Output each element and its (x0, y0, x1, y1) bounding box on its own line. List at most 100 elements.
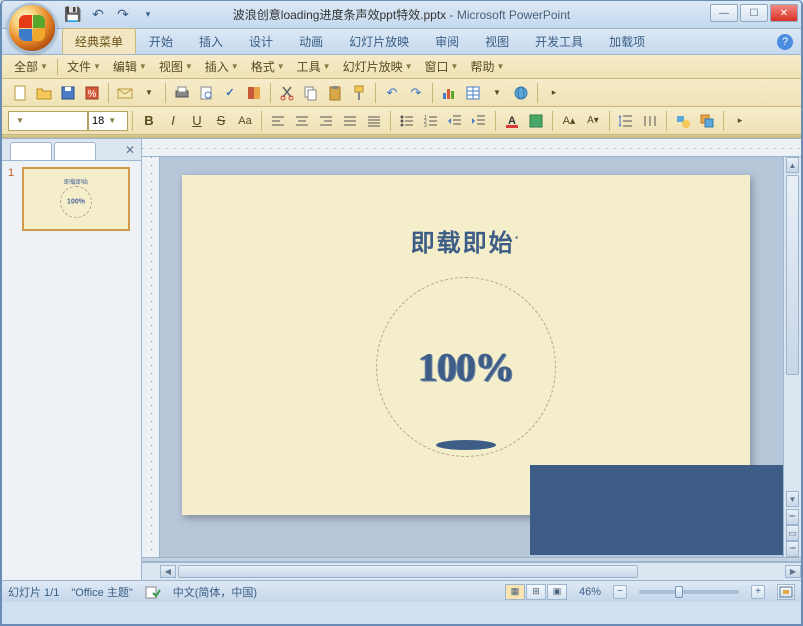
tab-animations[interactable]: 动画 (286, 28, 336, 54)
fit-to-window-button[interactable] (777, 584, 795, 600)
copy-button[interactable] (300, 82, 322, 104)
menu-slideshow[interactable]: 幻灯片放映▼ (337, 56, 419, 77)
zoom-out-button[interactable]: − (613, 585, 627, 599)
redo-button[interactable]: ↷ (405, 82, 427, 104)
expand-toolbar2-button[interactable]: ▸ (729, 110, 751, 132)
align-center-button[interactable] (291, 110, 313, 132)
hyperlink-button[interactable] (510, 82, 532, 104)
thumbnail-slide[interactable]: 即载即始 100% (22, 167, 130, 231)
chart-button[interactable] (438, 82, 460, 104)
align-right-button[interactable] (315, 110, 337, 132)
tab-review[interactable]: 审阅 (422, 28, 472, 54)
thumbnail-item[interactable]: 1 即载即始 100% (8, 167, 135, 231)
theme-name[interactable]: "Office 主题" (71, 584, 132, 600)
change-case-button[interactable]: Aa (234, 110, 256, 132)
scroll-down-button[interactable]: ▼ (786, 491, 799, 507)
zoom-in-button[interactable]: + (751, 585, 765, 599)
horizontal-scrollbar[interactable]: ◀ ▶ (160, 563, 801, 580)
font-size-combo[interactable]: 18▼ (88, 111, 128, 131)
tables-dropdown[interactable]: ▼ (486, 82, 508, 104)
spellcheck-button[interactable]: ✓ (219, 82, 241, 104)
hscroll-thumb[interactable] (178, 565, 638, 578)
thumbnail-panel-close-icon[interactable]: ✕ (125, 143, 135, 157)
scroll-left-button[interactable]: ◀ (160, 565, 176, 578)
save-button[interactable] (57, 82, 79, 104)
print-preview-button[interactable] (195, 82, 217, 104)
tab-insert[interactable]: 插入 (186, 28, 236, 54)
strikethrough-button[interactable]: S (210, 110, 232, 132)
next-slide-button[interactable]: ⭲ (786, 541, 799, 557)
decrease-indent-button[interactable] (444, 110, 466, 132)
percent-text[interactable]: 100% (418, 344, 514, 391)
tab-developer[interactable]: 开发工具 (522, 28, 596, 54)
align-left-button[interactable] (267, 110, 289, 132)
email-button[interactable] (114, 82, 136, 104)
paste-button[interactable] (324, 82, 346, 104)
close-button[interactable]: ✕ (770, 4, 798, 22)
table-button[interactable] (462, 82, 484, 104)
bullets-button[interactable] (396, 110, 418, 132)
maximize-button[interactable]: ☐ (740, 4, 768, 22)
italic-button[interactable]: I (162, 110, 184, 132)
find-slide-button[interactable]: ▭ (786, 525, 799, 541)
recent-button[interactable]: ▼ (138, 82, 160, 104)
office-button[interactable] (7, 3, 57, 53)
slide-canvas[interactable]: 即载即始· 100% (160, 157, 783, 557)
menu-format[interactable]: 格式▼ (245, 56, 291, 77)
undo-button[interactable]: ↶ (381, 82, 403, 104)
menu-window[interactable]: 窗口▼ (419, 56, 465, 77)
slide-title-text[interactable]: 即载即始· (411, 223, 522, 258)
expand-toolbar1-button[interactable]: ▸ (543, 82, 565, 104)
slide-counter[interactable]: 幻灯片 1/1 (8, 584, 59, 600)
increase-indent-button[interactable] (468, 110, 490, 132)
qat-undo-button[interactable]: ↶ (87, 4, 109, 26)
print-button[interactable] (171, 82, 193, 104)
format-painter-button[interactable] (348, 82, 370, 104)
sorter-view-button[interactable]: ⊞ (526, 584, 546, 600)
slideshow-view-button[interactable]: ▣ (547, 584, 567, 600)
menu-insert[interactable]: 插入▼ (199, 56, 245, 77)
corner-shape[interactable] (530, 465, 783, 555)
qat-customize-dropdown[interactable]: ▾ (137, 4, 159, 26)
underline-button[interactable]: U (186, 110, 208, 132)
vertical-ruler[interactable] (142, 157, 160, 557)
spellcheck-status-icon[interactable] (145, 585, 161, 599)
normal-view-button[interactable]: ▦ (505, 584, 525, 600)
line-spacing-button[interactable] (615, 110, 637, 132)
vscroll-thumb[interactable] (786, 175, 799, 375)
minimize-button[interactable]: — (710, 4, 738, 22)
thumbnail-tab-outline[interactable] (54, 142, 96, 160)
scroll-right-button[interactable]: ▶ (785, 565, 801, 578)
text-direction-button[interactable] (639, 110, 661, 132)
tab-design[interactable]: 设计 (236, 28, 286, 54)
tab-view[interactable]: 视图 (472, 28, 522, 54)
menu-view[interactable]: 视图▼ (153, 56, 199, 77)
thumbnail-tab-slides[interactable] (10, 142, 52, 160)
increase-font-button[interactable]: A▴ (558, 110, 580, 132)
tab-addins[interactable]: 加载项 (596, 28, 658, 54)
qat-redo-button[interactable]: ↷ (112, 4, 134, 26)
tab-home[interactable]: 开始 (136, 28, 186, 54)
tab-classic-menu[interactable]: 经典菜单 (62, 28, 136, 54)
zoom-level[interactable]: 46% (579, 586, 601, 598)
open-button[interactable] (33, 82, 55, 104)
vertical-scrollbar[interactable]: ▲ ▼ ⭰ ▭ ⭲ (783, 157, 801, 557)
decrease-font-button[interactable]: A▾ (582, 110, 604, 132)
zoom-slider[interactable] (639, 590, 739, 594)
prev-slide-button[interactable]: ⭰ (786, 509, 799, 525)
menu-file[interactable]: 文件▼ (61, 56, 107, 77)
ellipse-shape[interactable] (436, 440, 496, 450)
justify-button[interactable] (339, 110, 361, 132)
permission-button[interactable]: % (81, 82, 103, 104)
zoom-slider-knob[interactable] (675, 586, 683, 598)
slide[interactable]: 即载即始· 100% (182, 175, 750, 515)
new-button[interactable] (9, 82, 31, 104)
menu-tools[interactable]: 工具▼ (291, 56, 337, 77)
font-name-combo[interactable]: ▼ (8, 111, 88, 131)
distributed-button[interactable] (363, 110, 385, 132)
font-color-button[interactable]: A (501, 110, 523, 132)
language-status[interactable]: 中文(简体，中国) (173, 584, 257, 600)
scroll-up-button[interactable]: ▲ (786, 157, 799, 173)
numbering-button[interactable]: 123 (420, 110, 442, 132)
research-button[interactable] (243, 82, 265, 104)
